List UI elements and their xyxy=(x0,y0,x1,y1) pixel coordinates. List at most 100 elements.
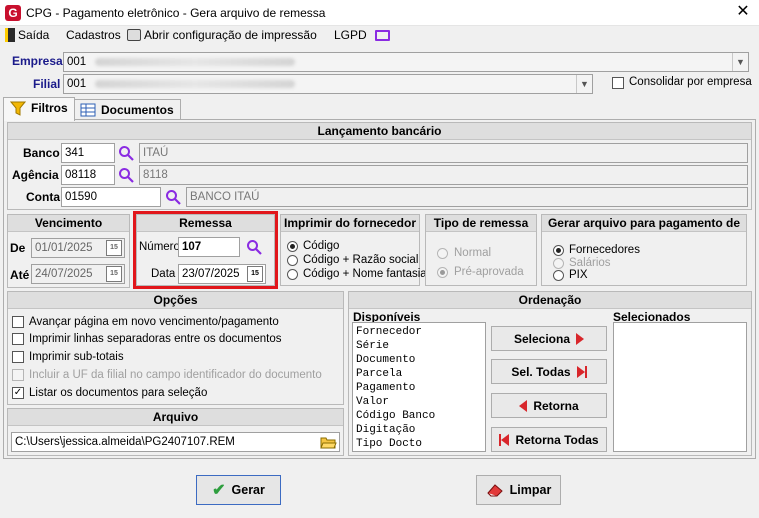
retorna-button[interactable]: Retorna xyxy=(491,393,607,418)
calendar-icon[interactable]: 15 xyxy=(106,266,122,282)
gerar-button[interactable]: ✔ Gerar xyxy=(196,475,281,505)
arrow-left-icon xyxy=(519,399,528,412)
arquivo-path-input[interactable]: C:\Users\jessica.almeida\PG2407107.REM xyxy=(11,432,340,452)
radio-fornecedores[interactable] xyxy=(553,245,564,256)
list-item[interactable]: Série xyxy=(353,339,485,353)
bank-group-title: Lançamento bancário xyxy=(8,123,751,140)
tab-documentos[interactable]: Documentos xyxy=(73,99,181,119)
table-grid-icon xyxy=(80,103,96,117)
opt-avancar-label: Avançar página em novo vencimento/pagame… xyxy=(29,316,279,328)
gerar-arquivo-title: Gerar arquivo para pagamento de xyxy=(542,215,746,232)
radio-salarios[interactable] xyxy=(553,258,564,269)
search-icon[interactable] xyxy=(118,145,134,161)
vencimento-ate-label: Até xyxy=(10,268,30,282)
tab-filtros-label: Filtros xyxy=(31,101,68,115)
radio-salarios-label: Salários xyxy=(569,257,611,269)
vencimento-de-label: De xyxy=(10,241,26,255)
arquivo-path-value: C:\Users\jessica.almeida\PG2407107.REM xyxy=(15,436,235,448)
selected-list[interactable] xyxy=(613,322,747,452)
consolidate-checkbox[interactable] xyxy=(612,77,624,89)
list-item[interactable]: Tipo Docto xyxy=(353,437,485,451)
filter-funnel-icon xyxy=(10,101,26,116)
vencimento-title: Vencimento xyxy=(8,215,129,232)
available-list[interactable]: Fornecedor Série Documento Parcela Pagam… xyxy=(352,322,486,452)
retorna-todas-label: Retorna Todas xyxy=(515,432,599,447)
conta-label: Conta xyxy=(26,190,60,204)
remessa-data-input[interactable]: 23/07/2025 15 xyxy=(178,264,266,284)
vencimento-ate-value: 24/07/2025 xyxy=(35,268,93,280)
search-icon[interactable] xyxy=(118,167,134,183)
radio-pix[interactable] xyxy=(553,270,564,281)
folder-open-icon[interactable] xyxy=(320,435,337,449)
filial-select[interactable]: 001 ▼ xyxy=(63,74,593,94)
empresa-select[interactable]: 001 ▼ xyxy=(63,52,749,72)
radio-pre-aprovada[interactable] xyxy=(437,267,448,278)
seleciona-button[interactable]: Seleciona xyxy=(491,326,607,351)
monitor-icon xyxy=(374,29,390,41)
chevron-down-icon[interactable]: ▼ xyxy=(576,75,592,93)
seleciona-label: Seleciona xyxy=(513,331,571,346)
printer-icon xyxy=(127,29,141,41)
remessa-numero-label: Número xyxy=(139,241,180,253)
window-title: CPG - Pagamento eletrônico - Gera arquiv… xyxy=(26,6,326,20)
radio-codigo-razao[interactable] xyxy=(287,255,298,266)
conta-name-field: BANCO ITAÚ xyxy=(186,187,748,207)
list-item[interactable]: Parcela xyxy=(353,367,485,381)
list-item[interactable]: Pagamento xyxy=(353,381,485,395)
radio-codigo[interactable] xyxy=(287,241,298,252)
search-icon[interactable] xyxy=(165,189,181,205)
title-bar: G CPG - Pagamento eletrônico - Gera arqu… xyxy=(0,0,759,26)
opt-uf-label: Incluir a UF da filial no campo identifi… xyxy=(29,369,322,381)
calendar-icon[interactable]: 15 xyxy=(247,266,263,282)
vencimento-ate-input[interactable]: 24/07/2025 15 xyxy=(31,264,125,284)
exit-door-icon xyxy=(5,28,15,42)
list-item[interactable]: Digitação xyxy=(353,423,485,437)
menu-exit-label: Saída xyxy=(18,28,50,42)
opt-listar-label: Listar os documentos para seleção xyxy=(29,387,208,399)
retorna-todas-button[interactable]: Retorna Todas xyxy=(491,427,607,452)
agencia-label: Agência xyxy=(12,168,59,182)
opt-listar-checkbox[interactable]: ✓ xyxy=(12,387,24,399)
menu-print-config-label: Abrir configuração de impressão xyxy=(144,28,317,42)
radio-normal[interactable] xyxy=(437,248,448,259)
vencimento-de-input[interactable]: 01/01/2025 15 xyxy=(31,238,125,258)
remessa-data-label: Data xyxy=(151,268,176,280)
calendar-icon[interactable]: 15 xyxy=(106,240,122,256)
banco-name-field: ITAÚ xyxy=(139,143,748,163)
radio-fornecedores-label: Fornecedores xyxy=(569,244,640,256)
agencia-code-input[interactable]: 08118 xyxy=(61,165,115,185)
menu-bar: Saída Cadastros Abrir configuração de im… xyxy=(0,26,759,46)
sel-todas-button[interactable]: Sel. Todas xyxy=(491,359,607,384)
menu-print-config[interactable]: Abrir configuração de impressão xyxy=(127,28,317,42)
list-item[interactable]: Valor xyxy=(353,395,485,409)
opt-uf-checkbox[interactable] xyxy=(12,369,24,381)
list-item[interactable]: Documento xyxy=(353,353,485,367)
close-icon[interactable]: ✕ xyxy=(734,3,752,21)
radio-codigo-fantasia[interactable] xyxy=(287,269,298,280)
remessa-numero-input[interactable]: 107 xyxy=(178,237,240,257)
conta-code-input[interactable]: 01590 xyxy=(61,187,161,207)
chevron-down-icon[interactable]: ▼ xyxy=(732,53,748,71)
tab-filtros[interactable]: Filtros xyxy=(3,97,75,121)
limpar-button[interactable]: Limpar xyxy=(476,475,561,505)
filial-name-redacted xyxy=(95,79,296,88)
menu-exit[interactable]: Saída xyxy=(5,28,49,42)
limpar-label: Limpar xyxy=(509,483,552,497)
remessa-data-value: 23/07/2025 xyxy=(182,268,240,280)
opt-subtotais-checkbox[interactable] xyxy=(12,351,24,363)
empresa-label: Empresa xyxy=(12,54,63,68)
gerar-label: Gerar xyxy=(231,483,265,497)
opt-linhas-checkbox[interactable] xyxy=(12,333,24,345)
search-icon[interactable] xyxy=(246,239,262,255)
menu-registers[interactable]: Cadastros xyxy=(66,28,121,42)
retorna-label: Retorna xyxy=(533,398,579,413)
empresa-name-redacted xyxy=(95,57,296,66)
radio-pre-aprovada-label: Pré-aprovada xyxy=(454,266,524,278)
filial-value: 001 xyxy=(67,78,87,90)
list-item[interactable]: Fornecedor xyxy=(353,325,485,339)
banco-code-input[interactable]: 341 xyxy=(61,143,115,163)
opt-avancar-checkbox[interactable] xyxy=(12,316,24,328)
list-item[interactable]: Código Banco xyxy=(353,409,485,423)
menu-lgpd[interactable]: LGPD xyxy=(334,28,390,42)
radio-codigo-fantasia-label: Código + Nome fantasia xyxy=(303,268,427,280)
